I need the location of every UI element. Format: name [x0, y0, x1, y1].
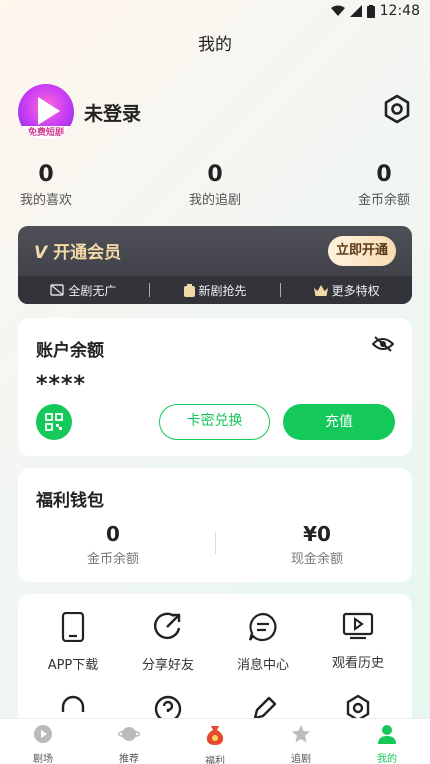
stat-following-label: 我的追剧	[188, 193, 241, 208]
tab-following-label: 追剧	[291, 754, 311, 764]
username[interactable]: 未登录	[84, 99, 141, 126]
star-icon	[292, 725, 310, 743]
wallet-cash-value: ¥0	[303, 522, 331, 546]
perk-early-access: 新剧抢先	[150, 282, 281, 299]
phone-icon	[61, 611, 85, 643]
recharge-button[interactable]: 充值	[283, 404, 395, 440]
tab-theater-label: 剧场	[33, 754, 53, 764]
tool-app-download-label: APP下载	[47, 658, 99, 673]
perk-more-label: 更多特权	[331, 283, 380, 298]
stats-row: 0 我的喜欢 0 我的追剧 0 金币余额	[0, 162, 430, 212]
stat-following-value: 0	[207, 162, 223, 187]
tab-theater[interactable]: 剧场	[0, 719, 86, 764]
tab-mine[interactable]: 我的	[344, 719, 430, 764]
planet-icon	[117, 727, 141, 741]
profile-row[interactable]: 免费短剧 未登录	[18, 82, 412, 142]
crown-icon	[313, 284, 328, 296]
perk-no-ads: 全剧无广	[18, 282, 149, 299]
user-icon	[378, 725, 396, 744]
stat-coins-value: 0	[376, 162, 392, 187]
balance-title: 账户余额	[36, 341, 104, 361]
wallet-coins-value: 0	[106, 522, 120, 546]
wallet-coins-label: 金币余额	[86, 552, 139, 567]
tab-mine-label: 我的	[377, 754, 397, 764]
tool-messages[interactable]: 消息中心	[214, 612, 312, 673]
perk-more: 更多特权	[281, 282, 412, 299]
wallet-title: 福利钱包	[36, 491, 104, 511]
tools-card: APP下载 分享好友 消息中心 观看历史	[18, 594, 412, 734]
qr-code-icon	[45, 413, 63, 431]
avatar[interactable]: 免费短剧	[18, 84, 74, 140]
settings-icon[interactable]	[382, 94, 412, 124]
balance-card: 账户余额 **** 卡密兑换 充值	[18, 318, 412, 456]
tool-share-label: 分享好友	[141, 658, 194, 673]
play-logo-icon	[38, 97, 60, 125]
tool-share[interactable]: 分享好友	[119, 612, 217, 673]
battery-icon	[366, 4, 375, 18]
vip-perks: 全剧无广 新剧抢先 更多特权	[18, 276, 412, 304]
history-icon	[342, 612, 374, 640]
tool-messages-label: 消息中心	[236, 658, 289, 673]
stat-following[interactable]: 0 我的追剧	[187, 162, 243, 208]
stat-likes[interactable]: 0 我的喜欢	[18, 162, 74, 208]
wallet-divider	[215, 532, 216, 554]
wifi-icon	[330, 5, 345, 16]
vip-title: V 开通会员	[34, 238, 121, 263]
stat-likes-value: 0	[38, 162, 54, 187]
money-bag-icon	[206, 726, 224, 745]
eye-hidden-icon[interactable]	[372, 336, 394, 352]
wallet-cash-label: 现金余额	[290, 552, 343, 567]
vip-open-button[interactable]: 立即开通	[328, 236, 396, 266]
vip-banner[interactable]: V 开通会员 立即开通 全剧无广 新剧抢先 更多特权	[18, 226, 412, 304]
signal-icon	[349, 5, 362, 17]
vip-v-icon: V	[34, 243, 48, 263]
redeem-code-button[interactable]: 卡密兑换	[159, 404, 270, 440]
tool-app-download[interactable]: APP下载	[24, 611, 122, 673]
stat-likes-label: 我的喜欢	[19, 193, 72, 208]
tool-history-label: 观看历史	[331, 656, 384, 671]
share-icon	[154, 612, 181, 640]
tab-following[interactable]: 追剧	[258, 719, 344, 764]
tab-recommend[interactable]: 推荐	[86, 719, 172, 764]
stat-coins-label: 金币余额	[357, 193, 410, 208]
stat-coins[interactable]: 0 金币余额	[356, 162, 412, 208]
wallet-cash[interactable]: ¥0 现金余额	[242, 522, 392, 567]
tab-welfare[interactable]: 福利	[172, 719, 258, 764]
avatar-label: 免费短剧	[18, 126, 74, 140]
perk-no-ads-label: 全剧无广	[68, 283, 117, 298]
qr-scan-button[interactable]	[36, 404, 72, 440]
status-bar: 12:48	[0, 0, 430, 24]
perk-early-access-label: 新剧抢先	[198, 283, 247, 298]
vip-title-text: 开通会员	[53, 243, 122, 263]
wallet-card: 福利钱包 0 金币余额 ¥0 现金余额	[18, 468, 412, 582]
early-access-icon	[183, 283, 195, 297]
bottom-tab-bar: 剧场 推荐 福利 追剧 我的	[0, 718, 430, 764]
wallet-coins[interactable]: 0 金币余额	[38, 522, 188, 567]
no-ads-icon	[50, 284, 65, 296]
message-icon	[248, 612, 277, 642]
status-time: 12:48	[379, 3, 420, 19]
tool-history[interactable]: 观看历史	[309, 612, 407, 671]
play-icon	[34, 725, 52, 743]
page-title: 我的	[198, 35, 232, 55]
balance-value: ****	[36, 372, 87, 397]
tab-welfare-label: 福利	[205, 756, 225, 764]
tab-recommend-label: 推荐	[119, 754, 139, 764]
